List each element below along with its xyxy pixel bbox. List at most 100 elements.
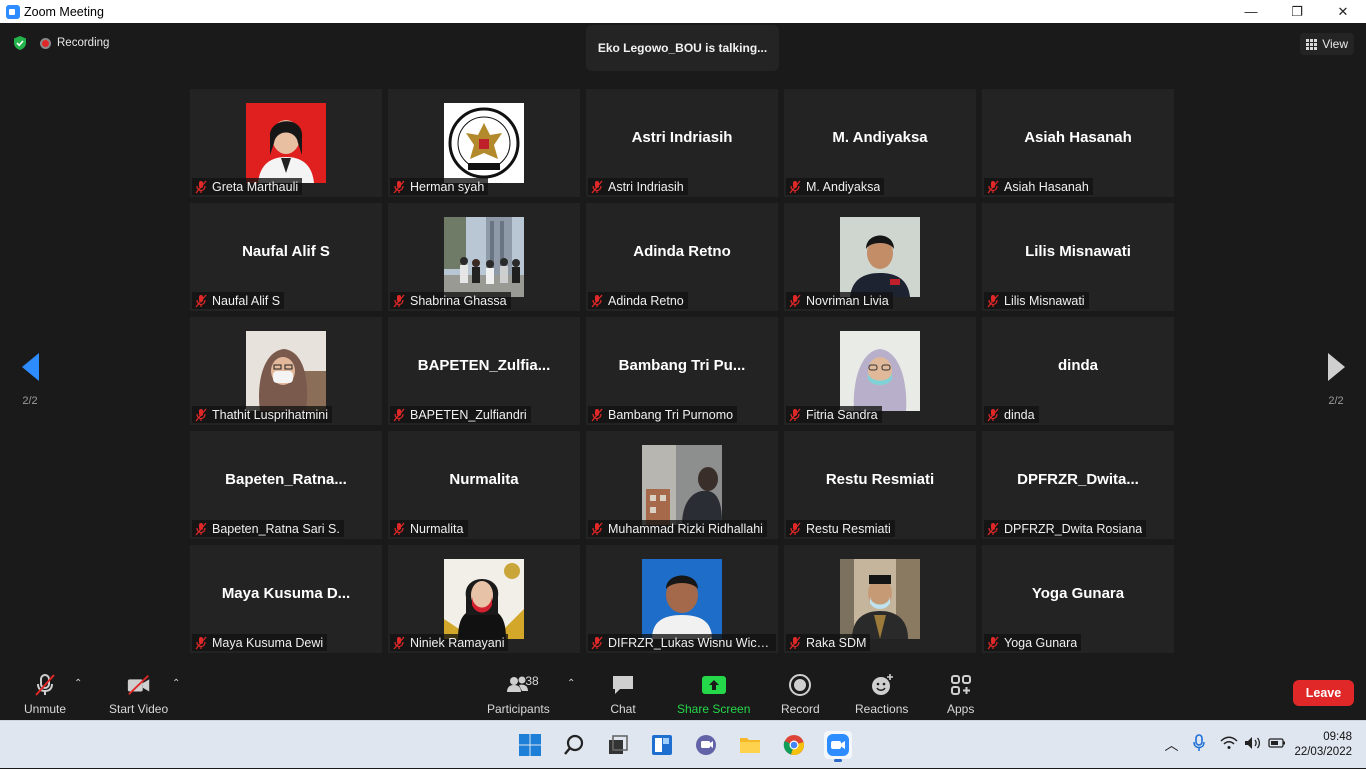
muted-mic-icon [591, 408, 603, 421]
battery-icon[interactable] [1268, 736, 1286, 754]
muted-microphone-icon [32, 672, 58, 698]
recording-label: Recording [57, 37, 110, 49]
security-shield-icon[interactable] [12, 35, 28, 51]
participant-tile[interactable]: Bambang Tri Pu... Bambang Tri Purnomo [586, 317, 778, 425]
unmute-button[interactable]: Unmute [24, 672, 66, 716]
taskbar-clock[interactable]: 09:48 22/03/2022 [1294, 730, 1352, 760]
microphone-tray-icon[interactable] [1192, 733, 1206, 757]
meeting-toolbar: Unmute ⌃ Start Video ⌃ 38 Participants ⌃… [0, 660, 1366, 720]
participant-video [642, 559, 722, 639]
participants-options-caret-icon[interactable]: ⌃ [567, 678, 575, 689]
participant-tile[interactable]: DPFRZR_Dwita... DPFRZR_Dwita Rosiana [982, 431, 1174, 539]
teams-chat-icon[interactable] [692, 731, 720, 759]
participant-display-name: BAPETEN_Zulfia... [417, 357, 551, 374]
widgets-icon[interactable] [648, 731, 676, 759]
start-video-button[interactable]: Start Video [109, 672, 168, 716]
muted-mic-icon [987, 294, 999, 307]
participant-tile[interactable]: Yoga Gunara Yoga Gunara [982, 545, 1174, 653]
participant-name-label: BAPETEN_Zulfiandri [390, 406, 531, 423]
participant-tile[interactable]: Muhammad Rizki Ridhallahi [586, 431, 778, 539]
audio-options-caret-icon[interactable]: ⌃ [74, 678, 82, 689]
apps-icon [948, 672, 974, 698]
participant-tile[interactable]: Thathit Lusprihatmini [190, 317, 382, 425]
file-explorer-icon[interactable] [736, 731, 764, 759]
participant-name: Fitria Sandra [806, 407, 878, 422]
record-button[interactable]: Record [781, 672, 820, 716]
chat-bubble-icon [610, 672, 636, 698]
minimize-button[interactable]: — [1228, 0, 1274, 23]
restore-button[interactable]: ❐ [1274, 0, 1320, 23]
participant-name: Bapeten_Ratna Sari S. [212, 521, 340, 536]
leave-button[interactable]: Leave [1293, 680, 1354, 706]
participant-display-name: dinda [1058, 357, 1098, 374]
arrow-right-icon [1327, 353, 1345, 381]
participant-tile[interactable]: Niniek Ramayani [388, 545, 580, 653]
chevron-up-icon[interactable]: ︿ [1164, 735, 1178, 755]
arrow-left-icon [21, 353, 39, 381]
muted-mic-icon [195, 408, 207, 421]
windows-start-icon[interactable] [516, 731, 544, 759]
participant-name-label: Naufal Alif S [192, 292, 285, 309]
recording-indicator[interactable]: Recording [40, 37, 109, 49]
participant-name-label: Lilis Misnawati [984, 292, 1089, 309]
muted-mic-icon [393, 294, 405, 307]
participant-name-label: Raka SDM [786, 634, 871, 651]
participant-tile[interactable]: Nurmalita Nurmalita [388, 431, 580, 539]
view-button[interactable]: View [1300, 33, 1354, 55]
close-button[interactable]: ✕ [1320, 0, 1366, 23]
volume-icon[interactable] [1244, 736, 1262, 755]
participant-tile[interactable]: Greta Marthauli [190, 89, 382, 197]
participant-tile[interactable]: Restu Resmiati Restu Resmiati [784, 431, 976, 539]
participant-name: Yoga Gunara [1004, 635, 1078, 650]
participants-label: Participants [487, 702, 550, 716]
participant-video [444, 217, 524, 297]
muted-mic-icon [591, 522, 603, 535]
meeting-area: Recording Eko Legowo_BOU is talking... V… [0, 23, 1366, 720]
participant-tile[interactable]: Naufal Alif S Naufal Alif S [190, 203, 382, 311]
share-screen-button[interactable]: Share Screen [677, 672, 750, 716]
participants-button[interactable]: 38 Participants [487, 672, 550, 716]
participant-tile[interactable]: Lilis Misnawati Lilis Misnawati [982, 203, 1174, 311]
zoom-taskbar-icon[interactable] [824, 731, 852, 762]
muted-mic-icon [789, 522, 801, 535]
participant-tile[interactable]: Bapeten_Ratna... Bapeten_Ratna Sari S. [190, 431, 382, 539]
chrome-icon[interactable] [780, 731, 808, 759]
participant-name-label: Novriman Livia [786, 292, 893, 309]
participant-tile[interactable]: dinda dinda [982, 317, 1174, 425]
participant-name-label: Greta Marthauli [192, 178, 303, 195]
participant-name-label: Herman syah [390, 178, 489, 195]
previous-page-button[interactable]: 2/2 [10, 353, 50, 407]
participant-tile[interactable]: Astri Indriasih Astri Indriasih [586, 89, 778, 197]
muted-mic-icon [987, 408, 999, 421]
search-icon[interactable] [560, 731, 588, 759]
view-label: View [1322, 37, 1348, 51]
record-label: Record [781, 702, 820, 716]
participant-tile[interactable]: Raka SDM [784, 545, 976, 653]
wifi-icon[interactable] [1220, 736, 1238, 755]
participant-tile[interactable]: Adinda Retno Adinda Retno [586, 203, 778, 311]
reactions-button[interactable]: Reactions [855, 672, 908, 716]
participant-name: Lilis Misnawati [1004, 293, 1085, 308]
muted-mic-icon [591, 180, 603, 193]
participant-display-name: Bapeten_Ratna... [225, 471, 347, 488]
participant-tile[interactable]: Novriman Livia [784, 203, 976, 311]
task-view-icon[interactable] [604, 731, 632, 759]
muted-mic-icon [789, 294, 801, 307]
participant-tile[interactable]: Asiah Hasanah Asiah Hasanah [982, 89, 1174, 197]
participant-name-label: Maya Kusuma Dewi [192, 634, 328, 651]
participant-name: Thathit Lusprihatmini [212, 407, 329, 422]
participant-display-name: Nurmalita [449, 471, 519, 488]
participant-tile[interactable]: Herman syah [388, 89, 580, 197]
video-options-caret-icon[interactable]: ⌃ [172, 678, 180, 689]
participant-tile[interactable]: Fitria Sandra [784, 317, 976, 425]
participant-tile[interactable]: BAPETEN_Zulfia... BAPETEN_Zulfiandri [388, 317, 580, 425]
participant-tile[interactable]: DIFRZR_Lukas Wisnu Wicak... [586, 545, 778, 653]
next-page-button[interactable]: 2/2 [1316, 353, 1356, 407]
chat-button[interactable]: Chat [610, 672, 636, 716]
apps-button[interactable]: Apps [947, 672, 974, 716]
participant-tile[interactable]: Maya Kusuma D... Maya Kusuma Dewi [190, 545, 382, 653]
clock-date: 22/03/2022 [1294, 746, 1352, 758]
participant-tile[interactable]: M. Andiyaksa M. Andiyaksa [784, 89, 976, 197]
participant-tile[interactable]: Shabrina Ghassa [388, 203, 580, 311]
participant-display-name: Restu Resmiati [825, 471, 935, 488]
